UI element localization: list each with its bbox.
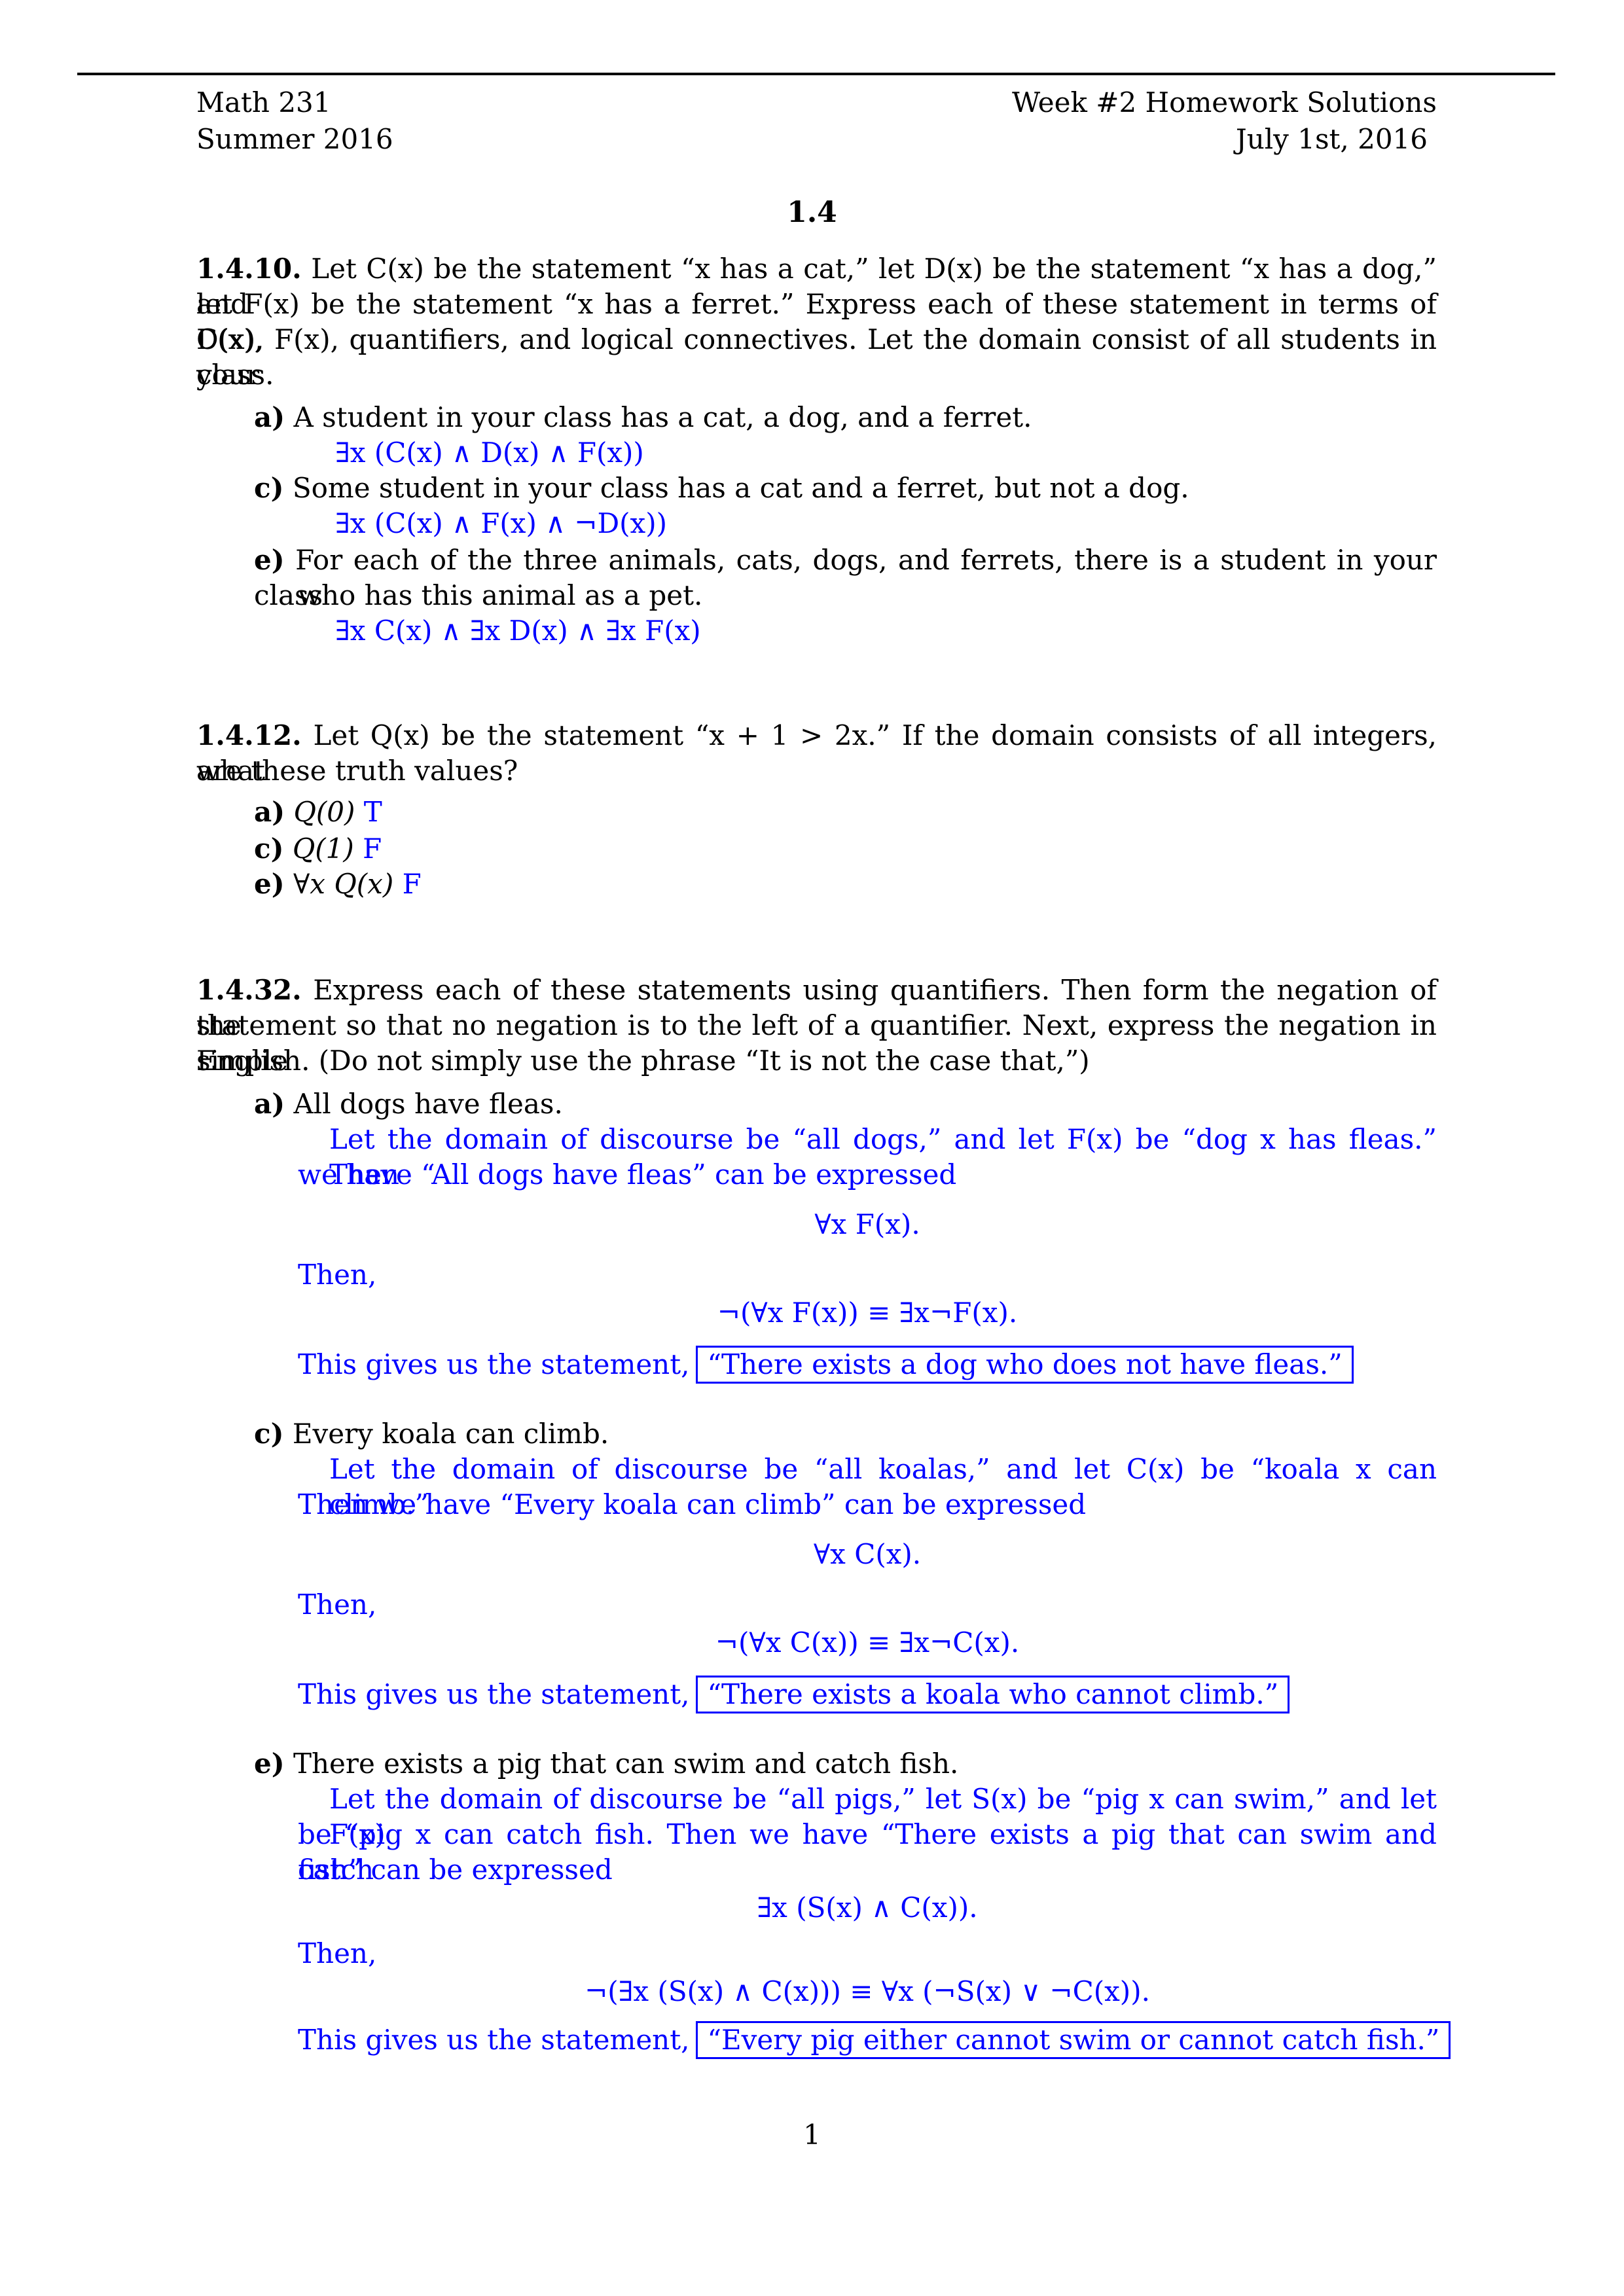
formula: ∀x C(x).: [813, 1538, 922, 1570]
conclusion-prefix: This gives us the statement,: [298, 2024, 690, 2056]
boxed-conclusion: “There exists a dog who does not have fl…: [696, 1346, 1354, 1384]
part-question: Every koala can climb.: [292, 1418, 609, 1450]
part-question: Some student in your class has a cat and…: [292, 472, 1189, 504]
part-label: e): [254, 868, 285, 900]
explanation-line: we have “All dogs have fleas” can be exp…: [298, 1158, 957, 1191]
problem-statement-line: English. (Do not simply use the phrase “…: [196, 1045, 1090, 1077]
part-question: Q(1): [292, 833, 354, 865]
truth-value: T: [363, 796, 382, 828]
problem-statement-line: class.: [196, 359, 274, 391]
course-term: Summer 2016: [196, 123, 393, 155]
truth-value: F: [402, 868, 422, 900]
formula: ∃x (S(x) ∧ C(x)).: [757, 1892, 978, 1924]
part-a: a) Q(0) T: [254, 795, 382, 830]
conclusion-line: This gives us the statement, “There exist…: [298, 1346, 1354, 1384]
part-c: c) Some student in your class has a cat …: [254, 471, 1189, 506]
negation-formula: ¬(∀x C(x)) ≡ ∃x¬C(x).: [715, 1626, 1020, 1659]
course-name: Math 231: [196, 86, 331, 118]
document-title: Week #2 Homework Solutions: [1012, 86, 1437, 118]
part-question: There exists a pig that can swim and cat…: [293, 1748, 959, 1780]
part-c: c) Q(1) F: [254, 831, 382, 867]
problem-statement-line: D(x), F(x), quantifiers, and logical con…: [196, 323, 1437, 391]
explanation-line: fish” can be expressed: [298, 1854, 613, 1886]
part-label: c): [254, 472, 284, 504]
problem-statement-line: are these truth values?: [196, 755, 518, 787]
part-e: e) ∀x Q(x) F: [254, 867, 422, 902]
boxed-conclusion: “There exists a koala who cannot climb.”: [696, 1676, 1290, 1713]
part-c: c) Every koala can climb.: [254, 1416, 609, 1452]
boxed-conclusion: “Every pig either cannot swim or cannot …: [696, 2021, 1451, 2059]
part-label: e): [254, 544, 285, 576]
explanation-line: Then we have “Every koala can climb” can…: [298, 1488, 1087, 1520]
part-label: a): [254, 401, 285, 433]
conclusion-prefix: This gives us the statement,: [298, 1348, 690, 1380]
part-answer: ∃x (C(x) ∧ F(x) ∧ ¬D(x)): [335, 507, 667, 539]
part-a: a) A student in your class has a cat, a …: [254, 400, 1032, 435]
truth-value: F: [363, 833, 382, 865]
then-label: Then,: [298, 1259, 377, 1291]
formula: ∀x F(x).: [814, 1208, 920, 1240]
part-label: c): [254, 1418, 284, 1450]
conclusion-line: This gives us the statement, “Every pig e…: [298, 2021, 1451, 2059]
header-rule: [77, 73, 1555, 75]
conclusion-line: This gives us the statement, “There exist…: [298, 1676, 1290, 1713]
part-e: e) There exists a pig that can swim and …: [254, 1746, 958, 1782]
part-question: All dogs have fleas.: [293, 1088, 563, 1120]
part-question: Q(0): [293, 796, 355, 828]
part-a: a) All dogs have fleas.: [254, 1086, 563, 1122]
then-label: Then,: [298, 1937, 377, 1969]
part-label: a): [254, 796, 285, 828]
page-number: 1: [803, 2119, 821, 2151]
part-label: a): [254, 1088, 285, 1120]
conclusion-prefix: This gives us the statement,: [298, 1678, 690, 1710]
part-question: A student in your class has a cat, a dog…: [293, 401, 1032, 433]
then-label: Then,: [298, 1588, 377, 1621]
part-label: e): [254, 1748, 285, 1780]
problem-number: 1.4.12.: [196, 719, 302, 751]
negation-formula: ¬(∀x F(x)) ≡ ∃x¬F(x).: [717, 1297, 1018, 1329]
negation-formula: ¬(∃x (S(x) ∧ C(x))) ≡ ∀x (¬S(x) ∨ ¬C(x))…: [585, 1975, 1150, 2007]
problem-number: 1.4.10.: [196, 253, 302, 285]
part-label: c): [254, 833, 284, 865]
part-answer: ∃x (C(x) ∧ D(x) ∧ F(x)): [335, 437, 644, 469]
problem-number: 1.4.32.: [196, 974, 302, 1006]
section-heading: 1.4: [787, 196, 837, 229]
document-page: Math 231 Summer 2016 Week #2 Homework So…: [0, 0, 1624, 2296]
part-answer: ∃x C(x) ∧ ∃x D(x) ∧ ∃x F(x): [335, 615, 701, 647]
part-question-continued: who has this animal as a pet.: [298, 579, 703, 611]
document-date: July 1st, 2016: [1235, 123, 1428, 155]
part-question: ∀x Q(x): [293, 868, 394, 900]
